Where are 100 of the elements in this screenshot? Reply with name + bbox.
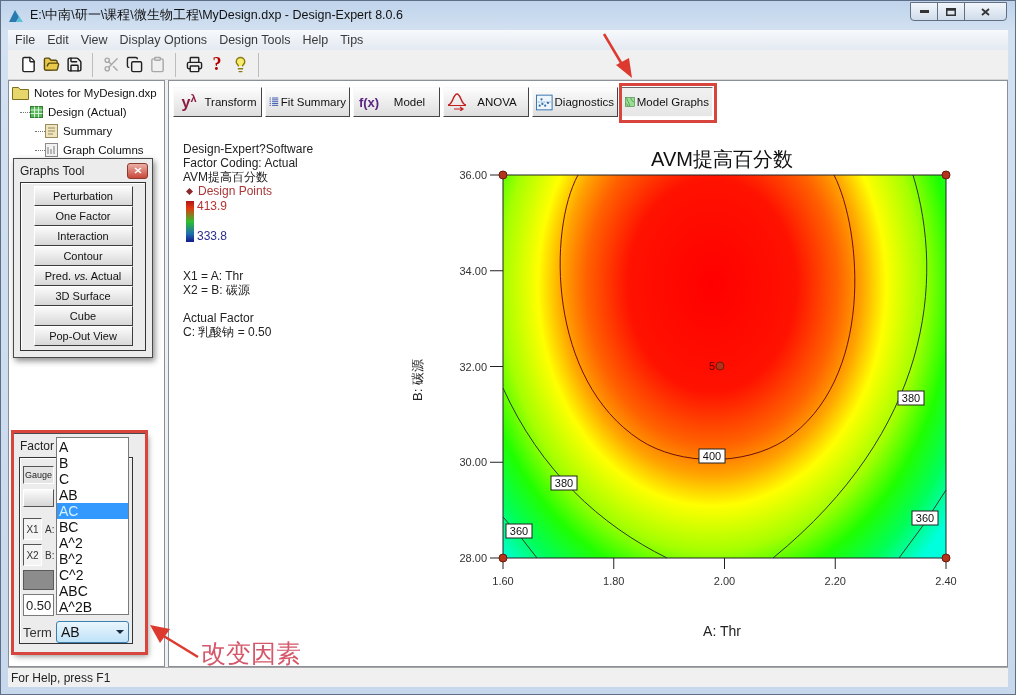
- minimize-icon: [919, 10, 929, 13]
- document-icon: [19, 56, 37, 73]
- axis-tick-label: 2.20: [824, 575, 846, 587]
- y-axis-title: B: 碳源: [410, 359, 425, 401]
- new-file-button[interactable]: [19, 54, 37, 75]
- legend-text: AVM提高百分数: [183, 170, 269, 184]
- legend-text: Actual Factor: [183, 311, 254, 325]
- legend-text: Design-Expert?Software: [183, 142, 314, 156]
- menu-item[interactable]: Display Options: [113, 33, 214, 47]
- scissors-icon: [102, 56, 120, 73]
- scale-value: 413.9: [197, 199, 228, 213]
- graph-type-button[interactable]: Pop-Out View: [33, 326, 133, 346]
- formula-symbol: y$^{λ}$: [180, 92, 198, 112]
- close-icon: [981, 7, 990, 16]
- panel-title: Factor: [20, 438, 54, 453]
- graph-type-button[interactable]: 3D Surface: [33, 286, 133, 306]
- analysis-tab[interactable]: Fit Summary: [265, 87, 350, 117]
- graph-type-button[interactable]: Interaction: [33, 226, 133, 246]
- axis-tick-label: 34.00: [459, 264, 487, 277]
- folder-icon: [42, 56, 60, 73]
- diamond-icon: [186, 187, 193, 195]
- graph-type-button[interactable]: Cube: [33, 306, 133, 326]
- bell-curve-icon: [447, 93, 467, 111]
- contour-label: 400: [698, 448, 726, 464]
- list-option[interactable]: A^2: [57, 535, 128, 551]
- legend-text: Design Points: [198, 184, 273, 198]
- list-option[interactable]: C^2: [57, 567, 128, 583]
- analysis-tab[interactable]: y$^{λ}$ Transform: [173, 87, 262, 117]
- copy-button[interactable]: [125, 54, 143, 75]
- minimize-button[interactable]: [910, 2, 938, 21]
- list-option[interactable]: A^2B: [57, 599, 128, 615]
- x-axis-title: A: Thr: [703, 623, 741, 639]
- copy-icon: [125, 56, 143, 73]
- analysis-tab[interactable]: f(x) Model: [353, 87, 440, 117]
- legend-text: Factor Coding: Actual: [183, 156, 298, 170]
- design-point-icon: [941, 553, 951, 563]
- term-label: Term: [23, 624, 53, 640]
- graph-type-button[interactable]: One Factor: [33, 206, 133, 226]
- maximize-button[interactable]: [937, 2, 965, 21]
- contour-label: 360: [911, 510, 939, 526]
- value-field[interactable]: 0.50: [23, 594, 54, 616]
- analysis-tab[interactable]: ANOVA: [443, 87, 529, 117]
- close-button[interactable]: [127, 162, 148, 179]
- scatter-chart-icon: [536, 93, 553, 111]
- axis-tick-label: 1.80: [603, 575, 625, 587]
- term-dropdown[interactable]: AB: [56, 621, 129, 643]
- folder-icon: [12, 85, 29, 100]
- tree-item[interactable]: Graph Columns: [35, 140, 144, 159]
- window-title: E:\中南\研一\课程\微生物工程\MyDesign.dxp - Design-Expert 8.0.6: [30, 7, 403, 24]
- factor-name: A:: [45, 523, 55, 535]
- help-button[interactable]: ?: [208, 54, 226, 75]
- design-point-icon: [498, 170, 508, 180]
- legend-text: X2 = B: 碳源: [183, 283, 251, 297]
- list-option[interactable]: B: [57, 455, 128, 471]
- axis-button[interactable]: X1: [23, 518, 42, 540]
- graph-type-button[interactable]: Contour: [33, 246, 133, 266]
- menu-item[interactable]: Design Tools: [213, 33, 297, 47]
- document-icon: [45, 123, 58, 138]
- menu-item[interactable]: Help: [296, 33, 335, 47]
- slider-track[interactable]: [23, 570, 54, 590]
- contour-label: 380: [550, 475, 578, 491]
- unlabeled-button[interactable]: [23, 489, 54, 507]
- list-option[interactable]: BC: [57, 519, 128, 535]
- factor-name: B:: [45, 549, 55, 561]
- list-option[interactable]: A: [57, 439, 128, 455]
- contour-label: 360: [505, 523, 533, 539]
- design-point-icon: [941, 170, 951, 180]
- tree-item[interactable]: Design (Actual): [20, 102, 127, 121]
- menu-item[interactable]: Tips: [334, 33, 370, 47]
- analysis-tab[interactable]: Model Graphs: [621, 87, 713, 117]
- annotation-caption: 改变因素: [201, 638, 301, 669]
- graph-type-button[interactable]: Pred. vs. Actual: [33, 266, 133, 286]
- menu-item[interactable]: View: [74, 33, 114, 47]
- list-option[interactable]: B^2: [57, 551, 128, 567]
- tree-item[interactable]: Notes for MyDesign.dxp: [12, 83, 157, 102]
- list-option[interactable]: AB: [57, 487, 128, 503]
- panel-title: Graphs Tool: [20, 163, 85, 178]
- list-option[interactable]: C: [57, 471, 128, 487]
- caret-icon: [116, 630, 124, 634]
- tree-item[interactable]: Summary: [35, 121, 113, 140]
- close-icon: [133, 167, 142, 174]
- grid-icon: [30, 105, 43, 118]
- chart-title: AVM提高百分数: [651, 148, 793, 170]
- gauges-button[interactable]: Gauge: [23, 466, 54, 484]
- axis-tick-label: 36.00: [459, 169, 487, 181]
- menu-item[interactable]: Edit: [41, 33, 75, 47]
- list-option[interactable]: ABC: [57, 583, 128, 599]
- status-text: For Help, press F1: [11, 670, 111, 685]
- contour-label: 380: [897, 390, 925, 406]
- axis-tick-label: 2.40: [935, 575, 957, 587]
- formula-symbol: f(x): [357, 94, 381, 110]
- axis-button[interactable]: X2: [23, 544, 42, 566]
- print-button[interactable]: [185, 54, 203, 75]
- clipboard-icon: [148, 56, 166, 73]
- menu-item[interactable]: File: [9, 33, 42, 47]
- graph-type-button[interactable]: Perturbation: [33, 186, 133, 206]
- close-button[interactable]: [964, 2, 1007, 21]
- design-point-icon: [498, 553, 508, 563]
- analysis-tab[interactable]: Diagnostics: [532, 87, 618, 117]
- save-button[interactable]: [65, 54, 83, 75]
